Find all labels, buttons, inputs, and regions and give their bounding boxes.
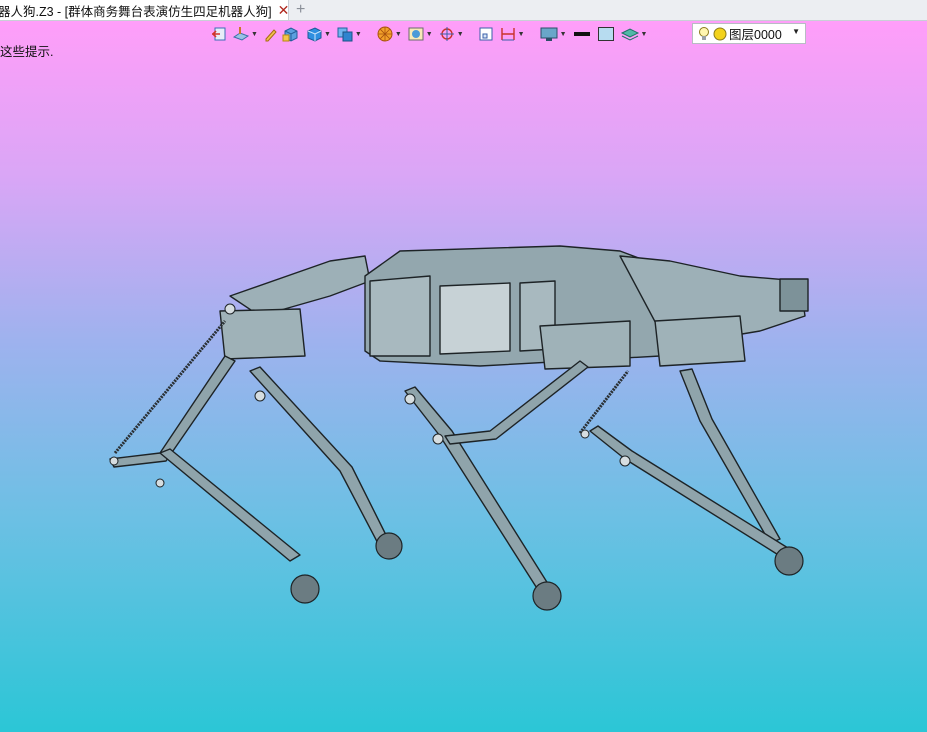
rear-motor-block	[369, 275, 431, 357]
hint-text: 这些提示.	[0, 45, 54, 59]
front-knee-motor	[654, 315, 746, 367]
joint	[224, 303, 236, 315]
head-block	[779, 278, 809, 312]
fill-color-button[interactable]	[596, 23, 616, 45]
monitor-icon	[540, 27, 558, 41]
box-button[interactable]: ▼	[304, 23, 332, 45]
joint	[432, 433, 444, 445]
rear-hip-motor	[219, 308, 306, 360]
shaded-solid-button[interactable]	[281, 23, 301, 45]
render-mode-button[interactable]: ▼	[375, 23, 403, 45]
tab-bar: 器人狗.Z3 - [群体商务舞台表演仿生四足机器人狗] ✕ +	[0, 0, 927, 21]
crosshair-icon	[439, 27, 454, 41]
rear-frame	[229, 255, 371, 317]
workplane-icon	[232, 27, 250, 41]
joint	[155, 478, 165, 488]
rear-left-foot	[290, 574, 320, 604]
rear-left-shin	[159, 448, 301, 562]
display-style-icon	[408, 27, 424, 41]
lightbulb-icon	[699, 26, 709, 40]
view-orientation-button[interactable]: ▼	[335, 23, 363, 45]
front-right-shin	[589, 425, 789, 557]
3d-viewport[interactable]: 这些提示. ▼ ▼ ▼ ▼ ▼ ▼ ▼ ▼ ▼ 图层0000 ▼	[0, 21, 927, 732]
view-cube-icon	[337, 27, 353, 42]
rear-right-leg	[249, 366, 393, 552]
front-right-foot	[774, 546, 804, 576]
close-icon[interactable]: ✕	[278, 2, 288, 19]
exit-view-icon	[211, 27, 226, 41]
body-window	[439, 282, 511, 355]
joint	[404, 393, 416, 405]
dimension-button[interactable]: ▼	[498, 23, 526, 45]
joint	[254, 390, 266, 402]
layers-icon	[620, 28, 639, 41]
display-style-button[interactable]: ▼	[406, 23, 434, 45]
solid-shape-icon	[282, 27, 298, 42]
chevron-down-icon[interactable]: ▼	[792, 27, 800, 36]
tab-title: 器人狗.Z3 - [群体商务舞台表演仿生四足机器人狗]	[0, 4, 272, 19]
cube-icon	[307, 27, 322, 42]
line-color-icon	[573, 32, 590, 36]
fill-color-icon	[597, 27, 614, 41]
sphere-render-icon	[377, 26, 393, 42]
joint	[580, 429, 590, 439]
pencil-button[interactable]	[262, 23, 278, 45]
layer-color-icon	[713, 27, 727, 40]
front-hip-motor	[539, 320, 631, 370]
front-left-foot	[532, 581, 562, 611]
view-toolbar: ▼ ▼ ▼ ▼ ▼ ▼ ▼ ▼ ▼	[210, 23, 648, 45]
layer-name: 图层0000	[729, 28, 782, 42]
dimension-icon	[500, 28, 515, 41]
joint	[619, 455, 631, 467]
snap-button[interactable]: ▼	[437, 23, 465, 45]
front-left-leg	[404, 386, 551, 594]
joint	[109, 456, 119, 466]
frame-button[interactable]	[477, 23, 495, 45]
pencil-icon	[265, 29, 277, 42]
background-button[interactable]: ▼	[538, 23, 568, 45]
layer-select[interactable]: 图层0000 ▼	[692, 23, 806, 44]
robot-dog-model	[109, 245, 809, 611]
frame-icon	[479, 27, 493, 41]
front-left-thigh	[444, 360, 589, 445]
exit-view-button[interactable]	[210, 23, 228, 45]
document-tab[interactable]: 器人狗.Z3 - [群体商务舞台表演仿生四足机器人狗] ✕	[0, 0, 289, 20]
rear-right-foot	[375, 532, 403, 560]
layer-manager-button[interactable]: ▼	[619, 23, 649, 45]
workplane-button[interactable]: ▼	[231, 23, 259, 45]
front-chain	[578, 370, 630, 434]
plus-icon[interactable]: +	[296, 0, 305, 20]
line-color-button[interactable]	[571, 23, 593, 45]
